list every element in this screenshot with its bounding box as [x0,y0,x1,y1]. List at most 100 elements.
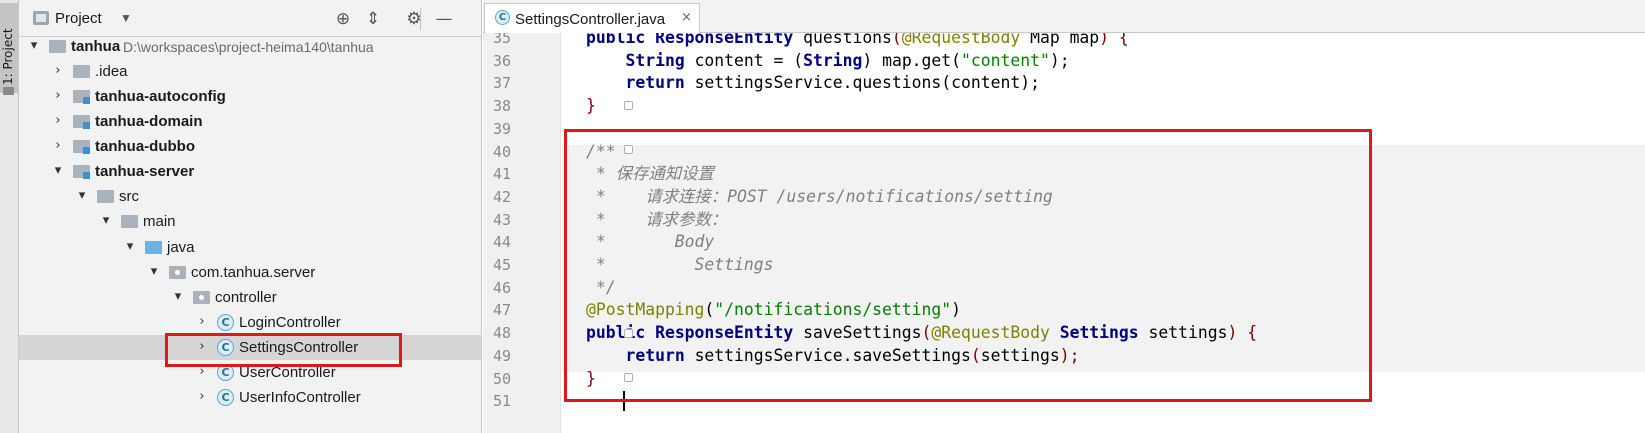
line-number: 47 [492,301,511,320]
code-line-40: /** [586,141,616,161]
fold-marker[interactable] [624,329,633,338]
tree-item-tanhua-domain[interactable]: › tanhua-domain [19,109,481,134]
code-line-48: public ResponseEntity saveSettings(@Requ… [586,323,1258,343]
line-number: 50 [492,369,511,388]
folder-icon [97,190,114,204]
tree-item-java[interactable]: ▾ java [19,235,481,260]
line-number: 48 [492,324,511,343]
tab-settings-controller[interactable]: C SettingsController.java × [484,3,700,33]
chevron-down-icon[interactable]: ▾ [27,38,41,53]
tree-item-main[interactable]: ▾ main [19,209,481,234]
line-number: 51 [492,392,511,411]
code-line-50: } [586,368,596,388]
module-badge-icon [83,147,90,155]
chevron-down-icon[interactable]: ▾ [99,213,113,228]
chevron-down-icon[interactable]: ▾ [75,188,89,203]
fold-marker[interactable] [624,101,633,110]
tree-item-settingscontroller[interactable]: › C SettingsController [19,334,481,360]
tab-label: SettingsController.java [515,11,666,28]
fold-marker[interactable] [624,145,633,154]
module-icon [73,90,90,105]
tree-item-label: src [119,188,139,206]
tree-item-label: tanhua-domain [95,113,203,131]
module-badge-icon [83,172,90,180]
tree-item-label: main [143,213,176,231]
folder-icon [73,65,90,79]
chevron-down-icon[interactable]: ▼ [120,11,132,25]
text-caret [623,391,625,411]
code-line-43: * 请求参数： [586,209,728,229]
line-number: 41 [492,165,511,184]
tree-item-label: tanhua-dubbo [95,138,195,156]
project-panel-header: Project ▼ ⊕ ⇕ ⚙ — [19,0,481,37]
tree-item-label: controller [215,288,277,306]
java-class-icon: C [495,10,510,25]
module-icon [73,165,90,180]
chevron-down-icon[interactable]: ▾ [51,163,65,178]
code-line-46: */ [586,277,616,297]
gear-icon[interactable]: ⚙ [403,8,425,30]
tree-item-tanhua-server[interactable]: ▾ tanhua-server [19,159,481,184]
editor-tab-bar: C SettingsController.java × [483,0,1645,33]
tree-item-tanhua-autoconfig[interactable]: › tanhua-autoconfig [19,84,481,109]
folder-icon [3,87,14,95]
tree-item-label: .idea [95,63,128,81]
chevron-right-icon[interactable]: › [195,389,209,404]
tree-item-usercontroller[interactable]: › C UserController [19,360,481,385]
tree-item-tanhua-dubbo[interactable]: › tanhua-dubbo [19,134,481,159]
package-icon [169,265,186,279]
tree-item-tanhua[interactable]: ▾ tanhua D:\workspaces\project-heima140\ta… [19,34,481,59]
code-line-49: return settingsService.saveSettings(sett… [625,345,1080,365]
project-path: D:\workspaces\project-heima140\tanhua [123,39,374,55]
java-class-icon: C [217,338,234,356]
crosshair-icon[interactable]: ⊕ [332,8,354,30]
folder-icon [145,240,162,254]
tree-item-com-tanhua-server[interactable]: ▾ com.tanhua.server [19,260,481,285]
tree-item-logincontroller[interactable]: › C LoginController [19,310,481,335]
project-tool-tab[interactable]: 1: Project [0,3,18,95]
chevron-right-icon[interactable]: › [51,138,65,153]
chevron-down-icon[interactable]: ▾ [147,264,161,279]
chevron-right-icon[interactable]: › [195,339,209,354]
line-number-gutter: 35 36 37 38 39 40 41 42 43 44 45 46 47 48 49 50 51 [483,33,561,433]
line-number: 43 [492,210,511,229]
tree-item-src[interactable]: ▾ src [19,184,481,209]
line-number: 49 [492,346,511,365]
close-icon[interactable]: × [681,10,692,25]
chevron-right-icon[interactable]: › [51,113,65,128]
code-line-45: * Settings [586,255,774,274]
project-window-icon [33,11,49,25]
code-line-36: String content = (String) map.get("conte… [625,50,1070,70]
line-number: 39 [492,119,511,138]
code-line-41: * 保存通知设置 [586,164,714,184]
tree-item-label: com.tanhua.server [191,263,316,281]
package-icon [193,290,210,304]
tool-window-strip: 1: Project [0,0,19,433]
code-area[interactable]: public ResponseEntity questions(@Request… [562,33,1645,433]
chevron-right-icon[interactable]: › [195,364,209,379]
minimize-icon[interactable]: — [433,8,455,30]
chevron-right-icon[interactable]: › [51,63,65,78]
line-number: 46 [492,278,511,297]
java-class-icon: C [217,363,234,381]
project-panel: Project ▼ ⊕ ⇕ ⚙ — ▾ tanhua D:\workspaces\p… [19,0,482,433]
chevron-right-icon[interactable]: › [195,314,209,329]
code-line-35: public ResponseEntity questions(@Request… [586,33,1129,47]
chevron-right-icon[interactable]: › [51,88,65,103]
chevron-down-icon[interactable]: ▾ [123,239,137,254]
tree-item-label: java [167,238,195,256]
code-line-37: return settingsService.questions(content… [625,73,1040,93]
tree-item-userinfocontroller[interactable]: › C UserInfoController [19,385,481,410]
code-line-44: * Body [586,232,715,252]
project-panel-title[interactable]: Project [55,10,102,27]
chevron-down-icon[interactable]: ▾ [171,289,185,304]
tree-item-controller[interactable]: ▾ controller [19,285,481,310]
tree-item-idea[interactable]: › .idea [19,59,481,84]
collapse-icon[interactable]: ⇕ [362,8,384,30]
folder-icon [121,215,138,229]
java-class-icon: C [217,313,234,331]
line-number: 40 [492,142,511,161]
module-badge-icon [83,97,90,105]
module-icon [73,140,90,155]
fold-marker[interactable] [624,373,633,382]
